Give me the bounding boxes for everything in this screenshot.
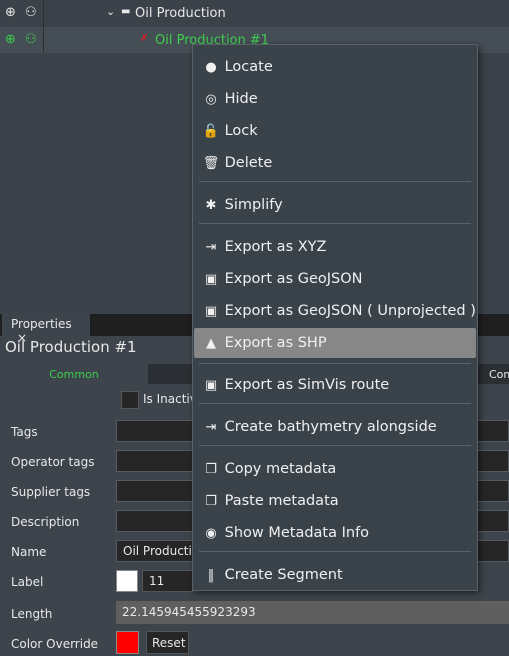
tags-label: Tags xyxy=(11,425,38,439)
page-title: Oil Production #1 xyxy=(5,338,137,356)
menu-item-delete[interactable]: 🗑 Delete xyxy=(194,148,476,178)
folder-icon: ▬ xyxy=(121,6,131,17)
bug-icon: ✱ xyxy=(205,198,217,213)
shapes-icon: ▲ xyxy=(206,336,216,351)
length-value: 22.145945455923293 xyxy=(116,601,509,624)
menu-separator xyxy=(199,551,471,552)
trash-icon: 🗑 xyxy=(202,156,220,171)
menu-item-create-segment[interactable]: ‖ Create Segment xyxy=(194,560,476,590)
copy-icon: ❐ xyxy=(205,462,217,477)
tree-row-oil-production[interactable]: ⊕ ⚇ ⌄ ▬ Oil Production xyxy=(0,0,509,26)
length-label: Length xyxy=(11,607,53,621)
menu-item-label: Create bathymetry alongside xyxy=(224,419,437,435)
segment-icon: ‖ xyxy=(207,568,215,583)
menu-item-export-as-geojson-unprojected[interactable]: ▣ Export as GeoJSON ( Unprojected ) xyxy=(194,296,476,326)
globe-book-icon: ▣ xyxy=(204,378,218,393)
label-label: Label xyxy=(11,575,44,589)
menu-item-label: Export as GeoJSON ( Unprojected ) xyxy=(224,303,476,319)
menu-separator xyxy=(199,363,471,364)
file-export-icon: ⇥ xyxy=(205,240,217,255)
menu-separator xyxy=(199,223,471,224)
menu-item-label: Export as GeoJSON xyxy=(224,271,363,287)
file-import-icon: ⇥ xyxy=(205,420,217,435)
menu-item-lock[interactable]: 🔓 Lock xyxy=(194,116,476,146)
menu-item-label: Hide xyxy=(224,91,258,107)
operator-tags-label: Operator tags xyxy=(11,455,95,469)
menu-item-hide[interactable]: ◎ Hide xyxy=(194,84,476,114)
menu-item-label: Export as SHP xyxy=(224,335,327,351)
tree-icon-column xyxy=(0,0,44,53)
lock-icon: 🔓 xyxy=(202,124,220,139)
eye-icon: ◉ xyxy=(205,526,217,541)
tab-com[interactable]: Com xyxy=(489,364,509,384)
menu-item-show-metadata-info[interactable]: ◉ Show Metadata Info xyxy=(194,518,476,548)
menu-item-export-as-simvis-route[interactable]: ▣ Export as SimVis route xyxy=(194,370,476,400)
chevron-down-icon[interactable]: ⌄ xyxy=(106,5,115,18)
properties-tab[interactable]: Properties × xyxy=(2,314,90,345)
color-override-swatch[interactable] xyxy=(116,631,139,654)
paste-icon: ❐ xyxy=(205,494,217,509)
menu-item-label: Export as XYZ xyxy=(224,239,327,255)
eye-off-icon: ◎ xyxy=(205,92,217,107)
is-inactive-checkbox[interactable] xyxy=(121,391,139,409)
route-icon: ✗ xyxy=(140,33,149,44)
menu-item-label: Locate xyxy=(224,59,273,75)
label-size-input[interactable]: 11 xyxy=(142,570,194,592)
menu-separator xyxy=(199,181,471,182)
tab-label: Properties xyxy=(11,317,72,331)
menu-item-label: Delete xyxy=(224,155,273,171)
globe-book-icon: ▣ xyxy=(204,304,218,319)
menu-item-label: Paste metadata xyxy=(224,493,339,509)
menu-item-copy-metadata[interactable]: ❐ Copy metadata xyxy=(194,454,476,484)
menu-item-paste-metadata[interactable]: ❐ Paste metadata xyxy=(194,486,476,516)
menu-item-label: Show Metadata Info xyxy=(224,525,370,541)
reset-button[interactable]: Reset xyxy=(146,631,189,654)
globe-book-icon: ▣ xyxy=(204,272,218,287)
menu-item-label: Create Segment xyxy=(224,567,343,583)
color-override-label: Color Override xyxy=(11,637,99,651)
menu-item-simplify[interactable]: ✱ Simplify xyxy=(194,190,476,220)
supplier-tags-label: Supplier tags xyxy=(11,485,91,499)
pin-icon: ● xyxy=(205,60,217,75)
menu-item-create-bathymetry-alongside[interactable]: ⇥ Create bathymetry alongside xyxy=(194,412,476,442)
tree-label: Oil Production xyxy=(135,6,226,21)
menu-item-export-as-geojson[interactable]: ▣ Export as GeoJSON xyxy=(194,264,476,294)
is-inactive-label: Is Inactiv xyxy=(143,392,197,406)
menu-item-label: Export as SimVis route xyxy=(224,377,390,393)
menu-item-locate[interactable]: ● Locate xyxy=(194,52,476,82)
label-color-swatch[interactable] xyxy=(116,570,138,592)
menu-item-label: Simplify xyxy=(224,197,283,213)
menu-item-label: Copy metadata xyxy=(224,461,337,477)
menu-item-export-as-xyz[interactable]: ⇥ Export as XYZ xyxy=(194,232,476,262)
description-label: Description xyxy=(11,515,80,529)
context-menu: ● Locate ◎ Hide 🔓 Lock 🗑 Delete ✱ Simplify ⇥ … xyxy=(192,44,478,591)
menu-item-export-as-shp[interactable]: ▲ Export as SHP xyxy=(194,328,476,358)
menu-separator xyxy=(199,445,471,446)
name-label: Name xyxy=(11,545,47,559)
menu-separator xyxy=(199,403,471,404)
menu-item-label: Lock xyxy=(224,123,258,139)
tab-common[interactable]: Common xyxy=(0,364,148,384)
